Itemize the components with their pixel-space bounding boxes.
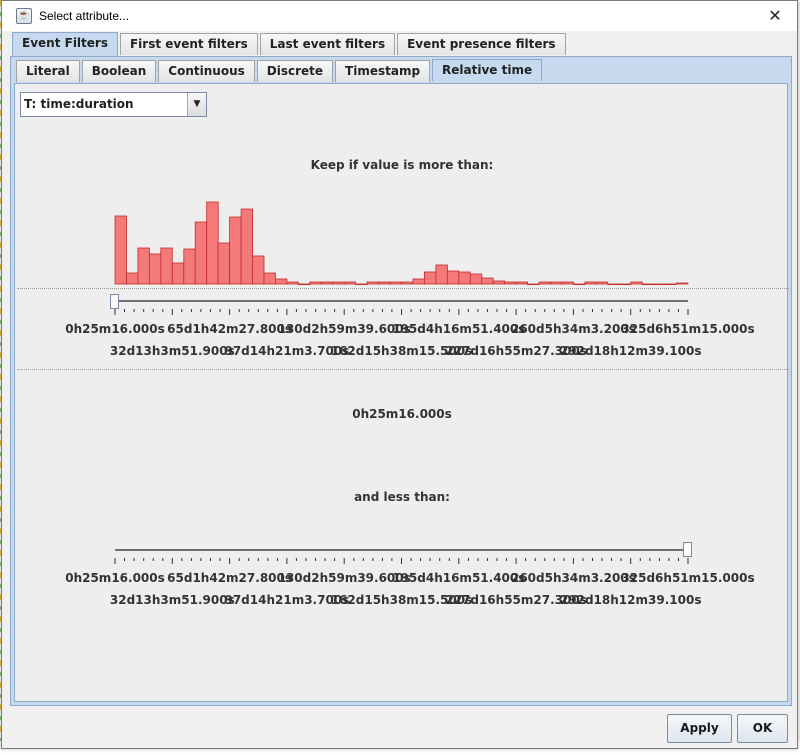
tab-last-event-filters[interactable]: Last event filters [259,33,396,55]
tick-label: 0h25m16.000s [65,571,165,585]
tick-label: 292d18h12m39.100s [559,593,702,607]
upper-slider-track [114,549,689,564]
tab-continuous[interactable]: Continuous [158,60,255,82]
tick-label: 325d6h51m15.000s [621,571,755,585]
tick-label: 195d4h16m51.400s [392,571,526,585]
ok-button[interactable]: OK [737,714,788,743]
tick-label: 32d13h3m51.900s [109,593,235,607]
tick-label: 65d1h42m27.800s [167,571,293,585]
java-app-icon: ☕ [16,8,32,24]
select-attribute-dialog: ☕ Select attribute... ✕ Event Filters Fi… [1,0,798,749]
close-button[interactable]: ✕ [753,1,797,31]
tick-label: 260d5h34m3.200s [510,571,636,585]
outer-tab-bar: Event Filters First event filters Last e… [12,32,568,57]
inner-tab-bar: Literal Boolean Continuous Discrete Time… [16,59,544,84]
title-bar: ☕ Select attribute... ✕ [2,1,797,31]
tab-literal[interactable]: Literal [16,60,80,82]
relative-time-panel: T: time:duration ▼ Keep if value is more… [14,83,789,702]
tab-discrete[interactable]: Discrete [256,60,334,82]
tab-event-filters[interactable]: Event Filters [12,32,118,56]
tick-label: 130d2h59m39.600s [277,571,411,585]
apply-button[interactable]: Apply [667,714,732,743]
event-filters-panel: Literal Boolean Continuous Discrete Time… [10,56,792,706]
tab-timestamp[interactable]: Timestamp [335,60,431,82]
tab-event-presence-filters[interactable]: Event presence filters [397,33,566,55]
upper-slider-thumb[interactable] [683,542,692,557]
tab-first-event-filters[interactable]: First event filters [119,33,258,55]
tab-relative-time[interactable]: Relative time [432,59,543,81]
window-title: Select attribute... [39,9,130,23]
tab-boolean[interactable]: Boolean [81,60,157,82]
